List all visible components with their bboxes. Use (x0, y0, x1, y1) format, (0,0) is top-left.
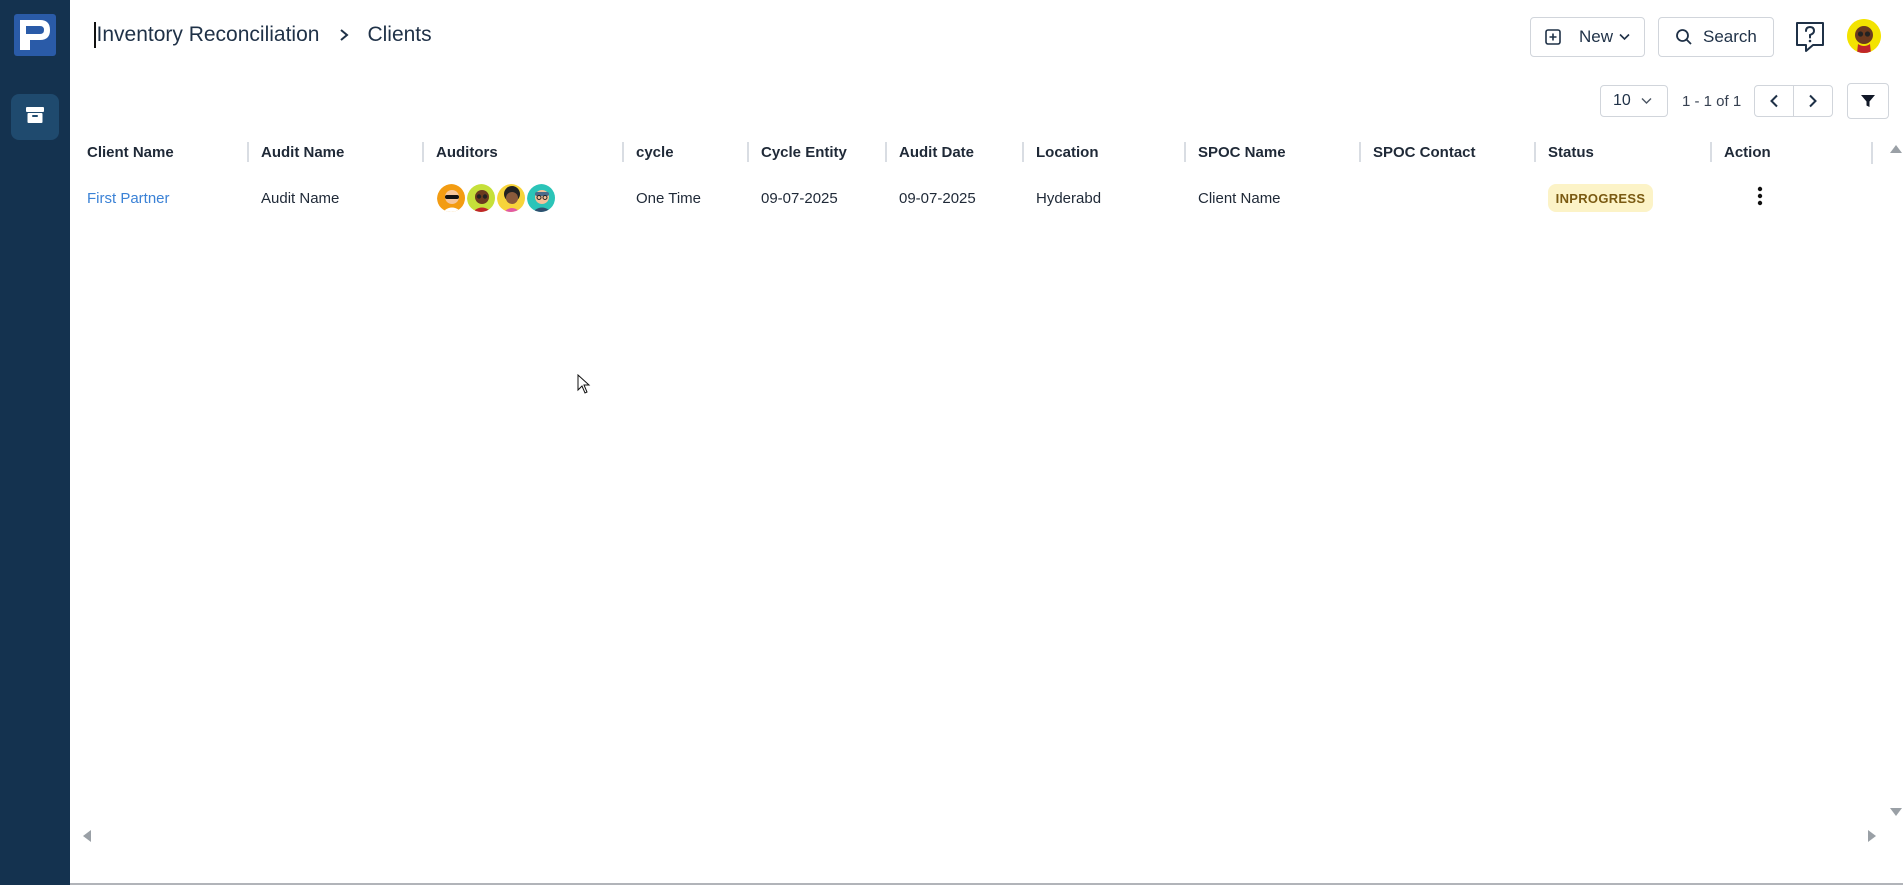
column-resizer[interactable] (1184, 142, 1186, 162)
auditors-avatar-group[interactable] (436, 183, 556, 213)
breadcrumb: Inventory Reconciliation Clients (94, 22, 432, 48)
scroll-down-arrow[interactable] (1890, 808, 1902, 816)
column-header-auditors[interactable]: Auditors (436, 144, 498, 161)
page-size-value: 10 (1613, 92, 1631, 109)
add-square-icon (1545, 29, 1561, 45)
scroll-up-arrow[interactable] (1890, 145, 1902, 153)
sidebar-item-archive[interactable] (11, 94, 59, 140)
search-button-label: Search (1703, 27, 1757, 46)
cycle-cell: One Time (636, 190, 702, 207)
app-logo-icon[interactable] (14, 14, 56, 56)
column-resizer[interactable] (622, 142, 624, 162)
help-icon[interactable] (1793, 20, 1827, 54)
search-icon (1675, 28, 1693, 46)
chevron-left-icon (1769, 94, 1779, 108)
cycle-entity-cell: 09-07-2025 (761, 190, 838, 207)
main-content (70, 0, 1903, 885)
page-size-select[interactable]: 10 (1600, 85, 1668, 117)
column-header-spoc-contact[interactable]: SPOC Contact (1373, 144, 1476, 161)
new-button[interactable]: New (1530, 17, 1645, 57)
column-resizer[interactable] (885, 142, 887, 162)
sidebar (0, 0, 70, 885)
column-resizer[interactable] (747, 142, 749, 162)
client-name-link[interactable]: First Partner (87, 190, 170, 207)
column-resizer[interactable] (422, 142, 424, 162)
table-row[interactable]: First Partner Audit Name One Time 09-07-… (70, 178, 1873, 218)
column-header-audit-name[interactable]: Audit Name (261, 144, 344, 161)
column-header-client-name[interactable]: Client Name (87, 144, 174, 161)
column-header-audit-date[interactable]: Audit Date (899, 144, 974, 161)
breadcrumb-item-inventory[interactable]: Inventory Reconciliation (97, 23, 320, 47)
search-button[interactable]: Search (1658, 17, 1774, 57)
chevron-right-icon (1808, 94, 1818, 108)
breadcrumb-item-clients: Clients (367, 23, 432, 46)
location-cell: Hyderabd (1036, 190, 1102, 207)
chevron-down-icon (1619, 33, 1630, 41)
user-avatar[interactable] (1847, 19, 1881, 53)
column-header-spoc-name[interactable]: SPOC Name (1198, 144, 1286, 161)
auditor-avatar-2 (466, 183, 496, 213)
column-resizer[interactable] (1871, 142, 1873, 164)
column-header-cycle[interactable]: cycle (636, 144, 674, 161)
spoc-name-cell: Client Name (1198, 190, 1281, 207)
filter-button[interactable] (1847, 83, 1889, 119)
previous-page-button[interactable] (1754, 85, 1794, 117)
table-header: Client Name Audit Name Auditors cycle Cy… (70, 138, 1873, 168)
mouse-pointer-icon (577, 373, 591, 399)
column-header-action: Action (1724, 144, 1771, 161)
audit-date-cell: 09-07-2025 (899, 190, 976, 207)
more-vertical-icon (1757, 186, 1763, 206)
auditor-avatar-3 (496, 183, 526, 213)
auditor-avatar-1 (436, 183, 466, 213)
new-button-label: New (1579, 27, 1614, 46)
next-page-button[interactable] (1793, 85, 1833, 117)
text-caret (94, 22, 96, 48)
auditor-avatar-4 (526, 183, 556, 213)
column-resizer[interactable] (1359, 142, 1361, 162)
column-resizer[interactable] (1710, 142, 1712, 162)
pagination-info: 1 - 1 of 1 (1682, 93, 1742, 110)
row-action-button[interactable] (1749, 182, 1771, 210)
column-resizer[interactable] (1022, 142, 1024, 162)
audit-name-cell: Audit Name (261, 190, 340, 207)
status-badge: INPROGRESS (1548, 184, 1653, 212)
scroll-left-arrow[interactable] (83, 830, 91, 842)
column-header-location[interactable]: Location (1036, 144, 1099, 161)
scroll-right-arrow[interactable] (1868, 830, 1876, 842)
archive-icon (25, 105, 45, 130)
column-header-status[interactable]: Status (1548, 144, 1594, 161)
chevron-down-icon (1641, 97, 1652, 105)
column-header-cycle-entity[interactable]: Cycle Entity (761, 144, 847, 161)
filter-icon (1860, 93, 1876, 109)
column-resizer[interactable] (247, 142, 249, 162)
column-resizer[interactable] (1534, 142, 1536, 162)
chevron-right-icon (335, 26, 353, 44)
